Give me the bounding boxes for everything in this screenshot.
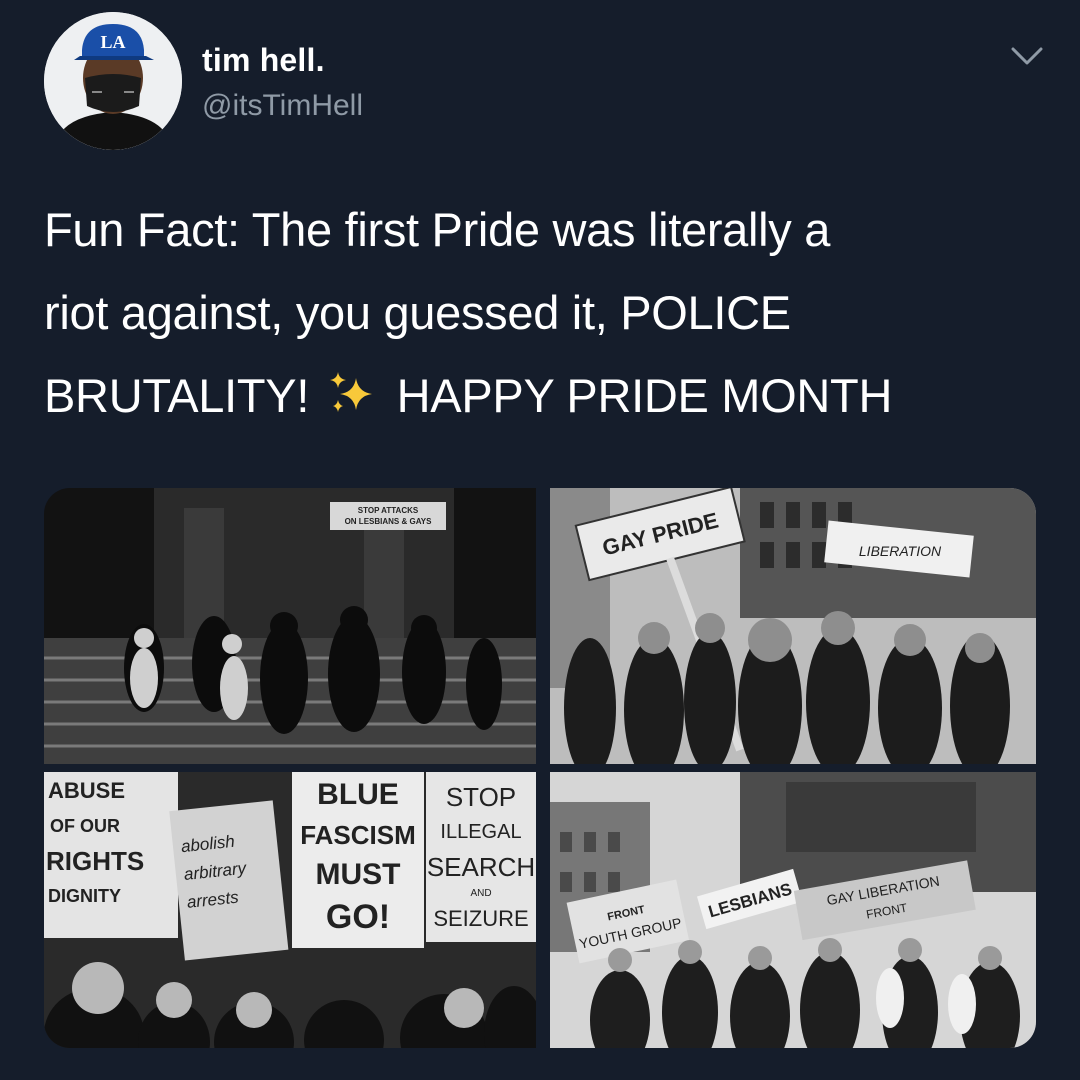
tweet-line-3: BRUTALITY! HAPPY PRIDE MONTH	[44, 354, 1034, 437]
tweet-line-2: riot against, you guessed it, POLICE	[44, 286, 791, 339]
tweet-line-1: Fun Fact: The first Pride was literally …	[44, 203, 831, 256]
tweet-line-3-start: BRUTALITY!	[44, 369, 310, 422]
avatar-image: LA	[44, 12, 182, 150]
user-names: tim hell. @itsTimHell	[202, 42, 363, 123]
photo3-sign3-line2: FASCISM	[300, 820, 416, 850]
photo3-sign4-line3: SEARCH	[427, 852, 535, 882]
photo-riot-steps-image: STOP ATTACKS ON LESBIANS & GAYS	[44, 488, 536, 764]
photo-protest-signs[interactable]: ABUSE OF OUR RIGHTS DIGNITY abolish arbi…	[44, 772, 536, 1048]
photo-riot-steps[interactable]: STOP ATTACKS ON LESBIANS & GAYS	[44, 488, 536, 764]
tweet-header: LA tim hell. @itsTimHell	[44, 12, 1044, 152]
photo-gay-pride-march[interactable]: GAY PRIDE LIBERATION	[550, 488, 1036, 764]
tweet-menu-button[interactable]	[1010, 44, 1044, 68]
photo3-sign1-line3: RIGHTS	[46, 846, 144, 876]
photo3-sign3-line1: BLUE	[317, 778, 399, 811]
photo-gay-pride-march-image: GAY PRIDE LIBERATION	[550, 488, 1036, 764]
avatar[interactable]: LA	[44, 12, 182, 150]
photo3-sign4-line5: SEIZURE	[433, 906, 528, 931]
photo3-sign1-line2: OF OUR	[50, 816, 120, 836]
photo3-sign1-line1: ABUSE	[48, 778, 125, 803]
photo1-sign-line1: STOP ATTACKS	[358, 506, 419, 515]
photo3-sign4-line4: AND	[470, 888, 491, 899]
cap-logo-text: LA	[100, 32, 125, 52]
photo3-sign4-line2: ILLEGAL	[440, 821, 521, 843]
sparkles-icon	[329, 372, 372, 412]
photo1-sign-line2: ON LESBIANS & GAYS	[345, 517, 432, 526]
user-handle[interactable]: @itsTimHell	[202, 89, 363, 123]
media-grid[interactable]: STOP ATTACKS ON LESBIANS & GAYS GAY PRID…	[44, 488, 1036, 1048]
chevron-down-icon	[1011, 47, 1043, 65]
photo3-sign3-line3: MUST	[316, 858, 401, 891]
photo2-liberation-sign: LIBERATION	[859, 543, 942, 559]
photo-protest-signs-image: ABUSE OF OUR RIGHTS DIGNITY abolish arbi…	[44, 772, 536, 1048]
photo3-sign3-line4: GO!	[326, 898, 390, 936]
tweet-line-3-end: HAPPY PRIDE MONTH	[396, 369, 893, 422]
photo-liberation-banners[interactable]: FRONT YOUTH GROUP LESBIANS GAY LIBERATIO…	[550, 772, 1036, 1048]
photo3-sign4-line1: STOP	[446, 782, 516, 812]
display-name[interactable]: tim hell.	[202, 42, 363, 79]
photo-liberation-banners-image: FRONT YOUTH GROUP LESBIANS GAY LIBERATIO…	[550, 772, 1036, 1048]
photo3-sign1-line4: DIGNITY	[48, 886, 121, 906]
tweet-text: Fun Fact: The first Pride was literally …	[44, 188, 1034, 437]
